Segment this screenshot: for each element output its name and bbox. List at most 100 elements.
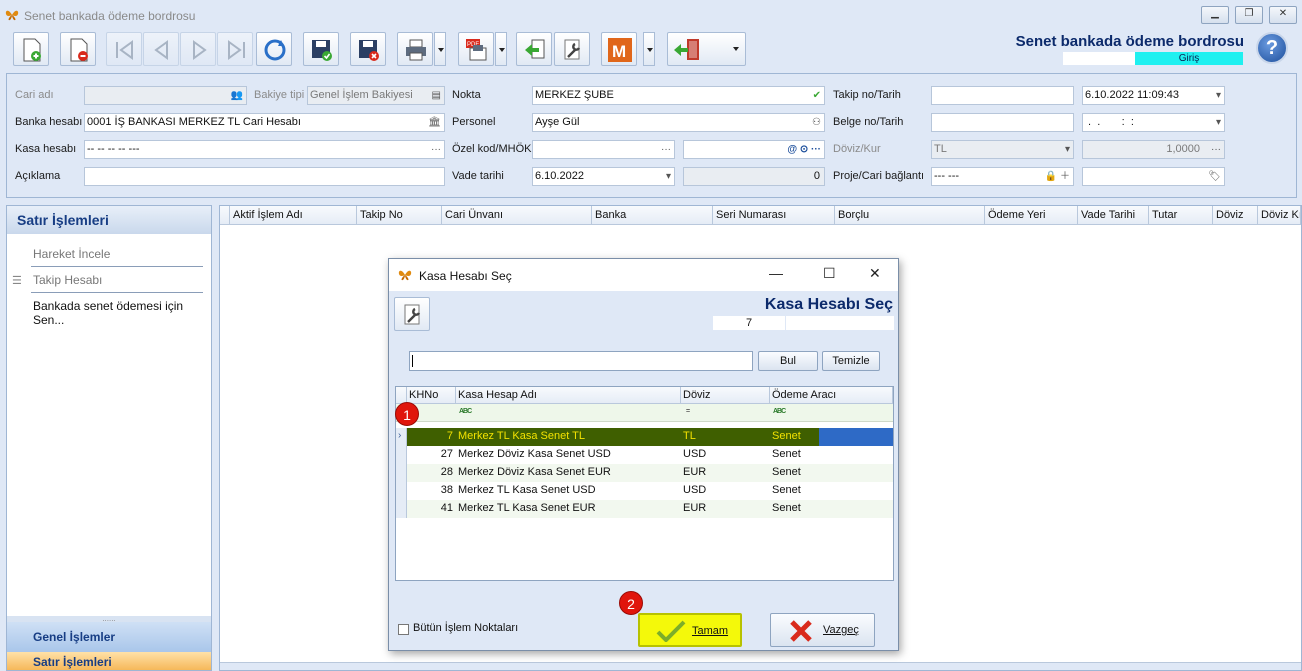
row-indicator: › (396, 428, 407, 446)
exit-dropdown[interactable] (730, 32, 742, 66)
bul-button[interactable]: Bul (758, 351, 818, 371)
lock-plus-icon: 🔒 ＋ (1044, 171, 1070, 182)
sidebar-item-hareket-incele[interactable]: Hareket İncele (33, 247, 110, 261)
doviz-label: Döviz/Kur (833, 143, 881, 155)
window-titlebar: Senet bankada ödeme bordrosu ▁ ❐ ✕ (0, 0, 1302, 30)
last-record-button[interactable] (217, 32, 253, 66)
print-button[interactable] (397, 32, 433, 66)
proje-field[interactable]: --- --- 🔒 ＋ (931, 167, 1074, 186)
help-button[interactable]: ? (1256, 32, 1288, 64)
bakiye-tipi-field[interactable]: Genel İşlem Bakiyesi ▤ (307, 86, 445, 105)
new-document-icon (23, 38, 41, 62)
grid-header[interactable]: Seri Numarası (713, 206, 835, 225)
table-row[interactable]: 41 Merkez TL Kasa Senet EUR EUR Senet (396, 500, 893, 518)
kur-field[interactable]: 1,0000 ··· (1082, 140, 1225, 159)
m-module-button[interactable]: M (601, 32, 637, 66)
filter-row[interactable]: ABC = ABC (396, 404, 893, 422)
refresh-button[interactable] (256, 32, 292, 66)
dialog-tools-button[interactable] (394, 297, 430, 331)
tools-button[interactable] (554, 32, 590, 66)
person-icon: ⚇ (812, 117, 821, 128)
column-header-khno[interactable]: KHNo (407, 387, 456, 404)
print-dropdown[interactable] (434, 32, 446, 66)
first-record-button[interactable] (106, 32, 142, 66)
ozel-field[interactable]: ··· (532, 140, 675, 159)
nokta-field[interactable]: MERKEZ ŞUBE ✔ (532, 86, 825, 105)
m-module-dropdown[interactable] (643, 32, 655, 66)
kasa-value: -- -- -- -- --- (87, 143, 140, 155)
vade-field[interactable]: 6.10.2022 ▾ (532, 167, 675, 186)
previous-record-button[interactable] (143, 32, 179, 66)
mhok-field[interactable]: @ ⊙ ··· (683, 140, 825, 159)
vade-gun-field[interactable]: 0 (683, 167, 825, 186)
grid-header[interactable]: Ödeme Yeri (985, 206, 1078, 225)
sidebar-group-satir-islemleri[interactable]: Satır İşlemleri (7, 652, 211, 670)
close-icon: ✕ (1278, 8, 1288, 19)
aciklama-field[interactable] (84, 167, 445, 186)
personel-field[interactable]: Ayşe Gül ⚇ (532, 113, 825, 132)
grid-header[interactable]: Döviz Kı (1258, 206, 1301, 225)
column-header-doviz[interactable]: Döviz (681, 387, 770, 404)
save-close-button[interactable] (350, 32, 386, 66)
back-button[interactable] (516, 32, 552, 66)
grid-header[interactable]: Borçlu (835, 206, 985, 225)
dialog-search-input[interactable] (409, 351, 753, 371)
cancel-x-icon (790, 620, 812, 642)
save-cancel-icon (359, 40, 379, 61)
banka-field[interactable]: 0001 İŞ BANKASI MERKEZ TL Cari Hesabı 🏛 (84, 113, 445, 132)
takip-tarih-field[interactable]: 6.10.2022 11:09:43 ▾ (1082, 86, 1225, 105)
cell-khno: 27 (440, 448, 453, 460)
belge-no-field[interactable] (931, 113, 1074, 132)
column-header-odeme-araci[interactable]: Ödeme Aracı (770, 387, 893, 404)
restore-button[interactable]: ❐ (1235, 6, 1263, 24)
table-row[interactable]: 27 Merkez Döviz Kasa Senet USD USD Senet (396, 446, 893, 464)
new-record-button[interactable] (13, 32, 49, 66)
kasa-field[interactable]: -- -- -- -- --- ··· (84, 140, 445, 159)
next-record-button[interactable] (180, 32, 216, 66)
grid-header[interactable]: Tutar (1149, 206, 1213, 225)
sidebar-group-genel-islemler[interactable]: Genel İşlemler (7, 622, 211, 652)
close-button[interactable]: ✕ (1269, 6, 1297, 24)
dialog-count-box (786, 316, 894, 330)
header-form-panel: Cari adı 👥 Bakiye tipi Genel İşlem Bakiy… (6, 73, 1297, 198)
sidebar-item-takip-hesabi[interactable]: Takip Hesabı (33, 273, 102, 287)
takip-no-field[interactable] (931, 86, 1074, 105)
pdf-dropdown[interactable] (495, 32, 507, 66)
pdf-export-button[interactable]: PDF (458, 32, 494, 66)
grid-header[interactable]: Banka (592, 206, 713, 225)
grid-header[interactable]: Takip No (357, 206, 442, 225)
minimize-button[interactable]: ▁ (1201, 6, 1229, 24)
temizle-button[interactable]: Temizle (822, 351, 880, 371)
table-row[interactable]: 28 Merkez Döviz Kasa Senet EUR EUR Senet (396, 464, 893, 482)
column-header-kasa-hesap-adi[interactable]: Kasa Hesap Adı (456, 387, 681, 404)
dialog-close-icon[interactable]: ✕ (869, 265, 881, 282)
grid-header[interactable]: Vade Tarihi (1078, 206, 1149, 225)
dialog-body: Kasa Hesabı Seç 7 Bul Temizle KHNo Kasa … (389, 291, 898, 650)
takip-hesabi-icon: ☰ (12, 275, 22, 287)
all-points-checkbox[interactable] (398, 624, 409, 635)
cari-adi-field[interactable]: 👥 (84, 86, 247, 105)
tamam-button[interactable]: Tamam (638, 613, 742, 647)
delete-record-button[interactable] (60, 32, 96, 66)
dialog-minimize-icon[interactable]: — (769, 265, 783, 281)
sidebar-item-senet-odeme[interactable]: Bankada senet ödemesi için Sen... (33, 299, 211, 327)
row-actions-sidebar: Satır İşlemleri Hareket İncele ☰ Takip H… (6, 205, 212, 671)
table-row[interactable]: › 7 Merkez TL Kasa Senet TL TL Senet (396, 428, 893, 446)
doviz-field[interactable]: TL ▾ (931, 140, 1074, 159)
equals-filter-icon: = (686, 408, 690, 415)
grid-header[interactable]: Aktif İşlem Adı (230, 206, 357, 225)
grid-header[interactable]: Döviz (1213, 206, 1258, 225)
dialog-maximize-icon[interactable]: ☐ (823, 265, 836, 282)
vade-label: Vade tarihi (452, 170, 504, 182)
vazgec-label: Vazgeç (823, 624, 859, 636)
belge-tarih-field[interactable]: . . : : ▾ (1082, 113, 1225, 132)
grid-header[interactable]: Cari Ünvanı (442, 206, 592, 225)
window-title: Senet bankada ödeme bordrosu (24, 9, 196, 23)
wrench-icon (404, 304, 421, 325)
printer-icon (406, 39, 426, 61)
table-row[interactable]: 38 Merkez TL Kasa Senet USD USD Senet (396, 482, 893, 500)
cell-khno: 7 (446, 430, 453, 442)
vazgec-button[interactable]: Vazgeç (770, 613, 875, 647)
save-button[interactable] (303, 32, 339, 66)
proje-cari-field[interactable]: 🏷 (1082, 167, 1225, 186)
